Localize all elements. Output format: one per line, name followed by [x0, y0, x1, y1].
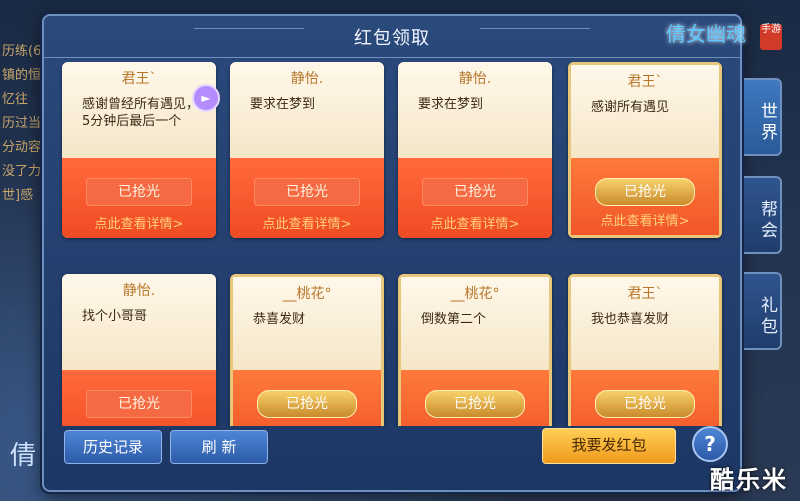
red-packet-card[interactable]: 君王` 我也恭喜发财 已抢光 [568, 274, 722, 426]
tab-world[interactable]: 世界 [744, 78, 782, 156]
panel-title: 红包领取 [354, 27, 430, 49]
game-logo: 倩女幽魂 手游 [666, 18, 786, 54]
card-bottom: 已抢光 点此查看详情> [398, 158, 552, 238]
card-message: 找个小哥哥 [82, 309, 148, 324]
card-top: 君王` 感谢曾经所有遇见，5分钟后最后一个 [62, 62, 216, 158]
red-packet-card[interactable]: 静怡. 要求在梦到 已抢光 点此查看详情> [398, 62, 552, 238]
watermark: 酷乐米 [710, 466, 788, 494]
red-packet-card[interactable]: 君王` 感谢曾经所有遇见，5分钟后最后一个 已抢光 点此查看详情> [62, 62, 216, 238]
card-bottom: 已抢光 点此查看详情> [568, 158, 722, 238]
speaker-icon[interactable]: ► [192, 84, 220, 112]
card-top: 静怡. 要求在梦到 [398, 62, 552, 158]
help-button[interactable]: ? [692, 426, 728, 462]
card-sender: 静怡. [458, 71, 492, 87]
tab-gift[interactable]: 礼包 [744, 272, 782, 350]
card-bottom: 已抢光 [62, 370, 216, 426]
card-bottom: 已抢光 [398, 370, 552, 426]
card-bottom: 已抢光 [230, 370, 384, 426]
tab-guild[interactable]: 帮会 [744, 176, 782, 254]
card-sender: __桃花° [282, 286, 332, 302]
card-sender: 君王` [627, 74, 663, 90]
logo-text: 倩女幽魂 [666, 22, 746, 46]
red-packet-card[interactable]: __桃花° 倒数第二个 已抢光 [398, 274, 552, 426]
card-sender: 静怡. [122, 283, 156, 299]
red-packet-card[interactable]: 静怡. 找个小哥哥 已抢光 [62, 274, 216, 426]
card-status-badge: 已抢光 [86, 178, 192, 206]
card-sender: 君王` [121, 71, 157, 87]
card-details-link[interactable]: 点此查看详情> [571, 210, 719, 229]
red-packet-card[interactable]: 君王` 感谢所有遇见 已抢光 点此查看详情> [568, 62, 722, 238]
refresh-button[interactable]: 刷 新 [170, 430, 268, 464]
corner-calligraphy-ornament: 倩 [10, 441, 37, 471]
card-top: 君王` 我也恭喜发财 [568, 274, 722, 370]
card-top: __桃花° 倒数第二个 [398, 274, 552, 370]
red-packet-grid: 君王` 感谢曾经所有遇见，5分钟后最后一个 已抢光 点此查看详情> 静怡. 要求… [58, 62, 730, 426]
card-bottom: 已抢光 [568, 370, 722, 426]
card-details-link[interactable]: 点此查看详情> [398, 213, 552, 232]
card-status-badge: 已抢光 [595, 390, 695, 418]
card-status-badge: 已抢光 [595, 178, 695, 206]
title-bar: 红包领取 [44, 16, 740, 58]
card-details-link[interactable]: 点此查看详情> [62, 213, 216, 232]
red-packet-card[interactable]: __桃花° 恭喜发财 已抢光 [230, 274, 384, 426]
card-sender: 静怡. [290, 71, 324, 87]
card-status-badge: 已抢光 [86, 390, 192, 418]
red-packet-panel: 红包领取 君王` 感谢曾经所有遇见，5分钟后最后一个 已抢光 点此查看详情> 静… [42, 14, 742, 492]
card-top: __桃花° 恭喜发财 [230, 274, 384, 370]
title-ornament-left [194, 28, 304, 46]
card-message: 恭喜发财 [253, 312, 306, 327]
logo-seal: 手游 [760, 24, 782, 50]
send-red-packet-button[interactable]: 我要发红包 [542, 428, 676, 464]
card-sender: __桃花° [450, 286, 500, 302]
card-status-badge: 已抢光 [425, 390, 525, 418]
card-sender: 君王` [627, 286, 663, 302]
card-message: 我也恭喜发财 [591, 312, 670, 327]
card-bottom: 已抢光 点此查看详情> [230, 158, 384, 238]
card-details-link[interactable]: 点此查看详情> [230, 213, 384, 232]
card-top: 静怡. 要求在梦到 [230, 62, 384, 158]
card-message: 要求在梦到 [418, 97, 484, 112]
card-top: 静怡. 找个小哥哥 [62, 274, 216, 370]
card-top: 君王` 感谢所有遇见 [568, 62, 722, 158]
card-status-badge: 已抢光 [422, 178, 528, 206]
red-packet-card[interactable]: 静怡. 要求在梦到 已抢光 点此查看详情> [230, 62, 384, 238]
card-message: 要求在梦到 [250, 97, 316, 112]
card-status-badge: 已抢光 [257, 390, 357, 418]
card-message: 感谢所有遇见 [591, 100, 670, 115]
card-status-badge: 已抢光 [254, 178, 360, 206]
card-message: 倒数第二个 [421, 312, 487, 327]
title-ornament-right [480, 28, 590, 46]
card-message: 感谢曾经所有遇见，5分钟后最后一个 [82, 97, 200, 129]
card-bottom: 已抢光 点此查看详情> [62, 158, 216, 238]
history-button[interactable]: 历史记录 [64, 430, 162, 464]
